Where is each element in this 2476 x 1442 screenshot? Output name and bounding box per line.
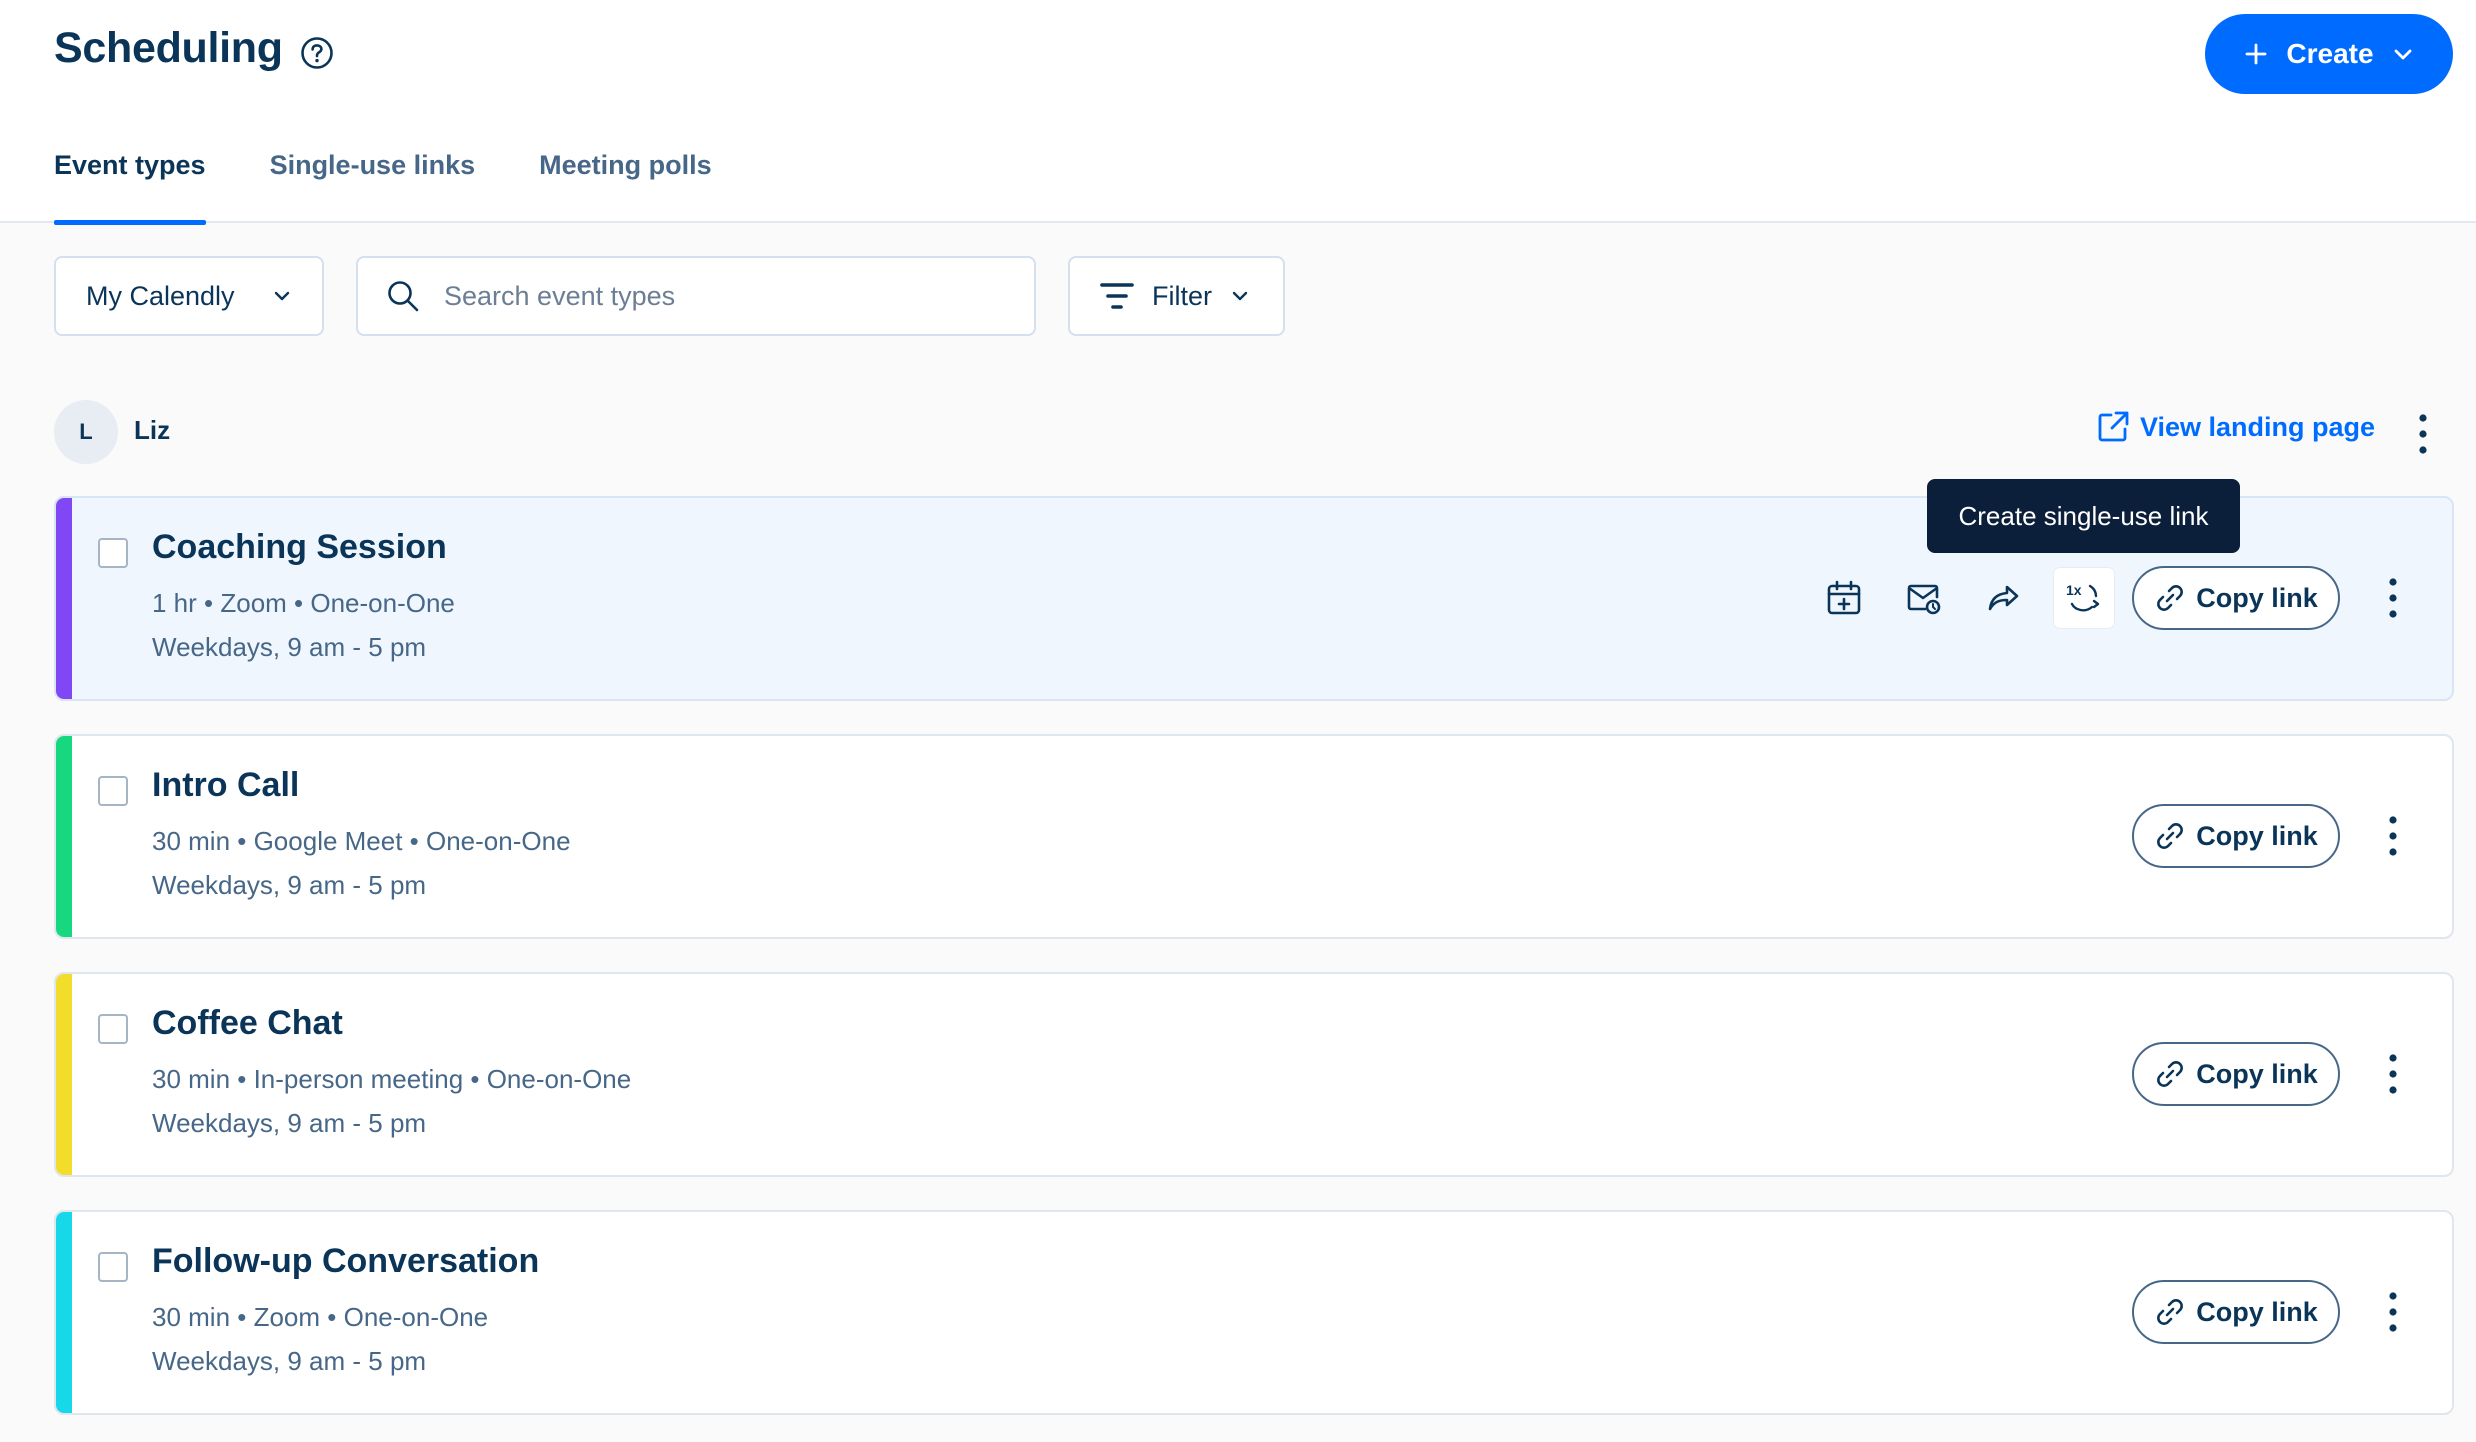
plus-icon bbox=[2244, 42, 2268, 66]
event-checkbox[interactable] bbox=[98, 776, 128, 806]
link-icon bbox=[2154, 820, 2186, 852]
share-icon[interactable] bbox=[1974, 568, 2034, 628]
filter-label: Filter bbox=[1152, 281, 1212, 312]
event-title: Follow-up Conversation bbox=[152, 1242, 539, 1281]
avatar: L bbox=[54, 400, 118, 464]
link-icon bbox=[2154, 1058, 2186, 1090]
link-icon bbox=[2154, 1296, 2186, 1328]
create-button-label: Create bbox=[2286, 38, 2373, 70]
tab-single-use-links[interactable]: Single-use links bbox=[270, 150, 476, 223]
chevron-down-icon bbox=[272, 286, 292, 306]
search-icon bbox=[386, 279, 420, 313]
event-meta: 1 hr • Zoom • One-on-One bbox=[152, 588, 455, 619]
event-checkbox[interactable] bbox=[98, 1252, 128, 1282]
event-checkbox[interactable] bbox=[98, 538, 128, 568]
page-title: Scheduling bbox=[54, 24, 283, 73]
event-color-bar bbox=[56, 498, 72, 699]
event-title: Coaching Session bbox=[152, 528, 447, 567]
view-landing-page-link[interactable]: View landing page bbox=[2096, 410, 2375, 444]
owner-name: Liz bbox=[134, 415, 170, 446]
event-title: Coffee Chat bbox=[152, 1004, 343, 1043]
event-meta: 30 min • Google Meet • One-on-One bbox=[152, 826, 571, 857]
page-header: Scheduling Create Event types Single-use… bbox=[0, 0, 2476, 223]
single-use-link-icon[interactable]: 1x bbox=[2054, 568, 2114, 628]
external-link-icon bbox=[2096, 410, 2130, 444]
more-options-icon[interactable] bbox=[2378, 814, 2408, 858]
link-icon bbox=[2154, 582, 2186, 614]
event-card-follow-up-conversation[interactable]: Follow-up Conversation 30 min • Zoom • O… bbox=[54, 1210, 2454, 1415]
create-button[interactable]: Create bbox=[2205, 14, 2453, 94]
event-card-intro-call[interactable]: Intro Call 30 min • Google Meet • One-on… bbox=[54, 734, 2454, 939]
tooltip: Create single-use link bbox=[1927, 479, 2240, 553]
copy-link-button[interactable]: Copy link bbox=[2132, 804, 2340, 868]
view-landing-page-label: View landing page bbox=[2140, 412, 2375, 443]
event-color-bar bbox=[56, 736, 72, 937]
event-hours: Weekdays, 9 am - 5 pm bbox=[152, 632, 426, 663]
event-title: Intro Call bbox=[152, 766, 299, 805]
copy-link-label: Copy link bbox=[2196, 583, 2318, 614]
copy-link-button[interactable]: Copy link bbox=[2132, 1280, 2340, 1344]
chevron-down-icon bbox=[1230, 286, 1250, 306]
event-hours: Weekdays, 9 am - 5 pm bbox=[152, 1108, 426, 1139]
svg-text:1x: 1x bbox=[2066, 582, 2082, 598]
tab-bar: Event types Single-use links Meeting pol… bbox=[54, 150, 712, 223]
copy-link-label: Copy link bbox=[2196, 821, 2318, 852]
copy-link-button[interactable]: Copy link bbox=[2132, 566, 2340, 630]
tab-event-types[interactable]: Event types bbox=[54, 150, 206, 223]
event-hours: Weekdays, 9 am - 5 pm bbox=[152, 870, 426, 901]
event-meta: 30 min • Zoom • One-on-One bbox=[152, 1302, 488, 1333]
search-input[interactable] bbox=[442, 280, 1002, 313]
copy-link-button[interactable]: Copy link bbox=[2132, 1042, 2340, 1106]
calendar-select[interactable]: My Calendly bbox=[54, 256, 324, 336]
tab-meeting-polls[interactable]: Meeting polls bbox=[539, 150, 712, 223]
more-options-icon[interactable] bbox=[2408, 412, 2438, 456]
event-hours: Weekdays, 9 am - 5 pm bbox=[152, 1346, 426, 1377]
copy-link-label: Copy link bbox=[2196, 1297, 2318, 1328]
add-to-calendar-icon[interactable] bbox=[1814, 568, 1874, 628]
filter-icon bbox=[1100, 281, 1134, 311]
event-color-bar bbox=[56, 974, 72, 1175]
search-box[interactable] bbox=[356, 256, 1036, 336]
help-icon[interactable] bbox=[300, 36, 334, 70]
more-options-icon[interactable] bbox=[2378, 576, 2408, 620]
copy-link-label: Copy link bbox=[2196, 1059, 2318, 1090]
more-options-icon[interactable] bbox=[2378, 1290, 2408, 1334]
calendar-select-value: My Calendly bbox=[86, 281, 235, 312]
filter-button[interactable]: Filter bbox=[1068, 256, 1285, 336]
event-color-bar bbox=[56, 1212, 72, 1413]
more-options-icon[interactable] bbox=[2378, 1052, 2408, 1096]
chevron-down-icon bbox=[2392, 43, 2414, 65]
event-meta: 30 min • In-person meeting • One-on-One bbox=[152, 1064, 631, 1095]
email-link-icon[interactable] bbox=[1894, 568, 1954, 628]
event-card-coffee-chat[interactable]: Coffee Chat 30 min • In-person meeting •… bbox=[54, 972, 2454, 1177]
event-checkbox[interactable] bbox=[98, 1014, 128, 1044]
